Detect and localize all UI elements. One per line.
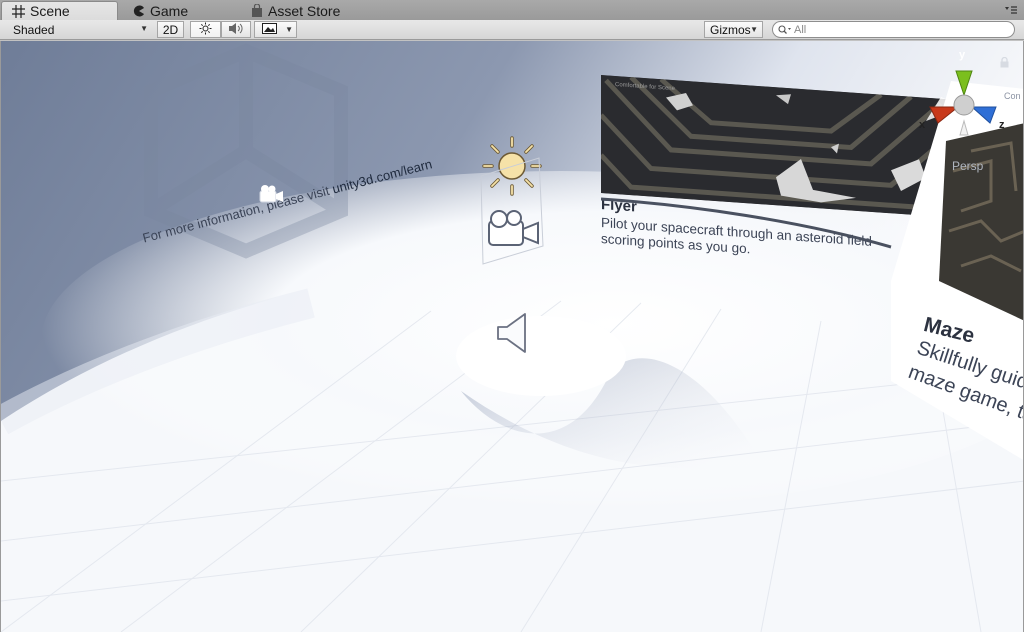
search-icon [778,24,792,35]
tab-bar: Scene Game Asset Store [0,0,1024,20]
gizmos-dropdown[interactable]: Gizmos ▼ [704,21,763,38]
scene-lighting-toggle[interactable] [190,21,221,38]
tab-asset-store[interactable]: Asset Store [240,1,370,20]
image-icon [262,22,277,37]
camera-icon [259,185,283,203]
tab-game-label: Game [150,2,189,19]
pacman-icon [132,4,145,17]
tab-scene[interactable]: Scene [1,1,118,20]
chevron-down-icon: ▼ [285,25,293,34]
audio-source-gizmo[interactable] [495,311,529,360]
shading-mode-dropdown[interactable]: Shaded ▼ [6,21,152,38]
sun-icon [199,22,212,38]
grid-icon [12,4,25,18]
main-camera-gizmo[interactable] [487,208,541,253]
projection-mode-label[interactable]: Persp [952,159,983,173]
gizmo-z-label: z [999,119,1005,131]
shading-mode-value: Shaded [13,22,55,37]
gizmos-label: Gizmos [710,22,751,37]
gizmo-y-label: y [959,49,966,61]
toggle-2d-button[interactable]: 2D [157,21,184,38]
chevron-down-icon: ▼ [140,24,148,33]
tab-game[interactable]: Game [122,1,232,20]
scene-audio-toggle[interactable] [221,21,251,38]
tab-asset-store-label: Asset Store [268,2,341,19]
flyer-card-edge [601,197,892,249]
tab-scene-label: Scene [30,3,70,19]
scene-toolbar: Shaded ▼ 2D ▼ Gizmos ▼ All [0,20,1024,40]
speaker-icon [228,22,244,38]
speaker-icon [497,313,526,353]
hierarchy-search-field[interactable]: All [772,21,1015,38]
camera-gizmo-small[interactable] [259,184,285,209]
shopping-bag-icon [250,4,263,17]
gizmo-x-label: x [919,119,926,131]
chevron-down-icon: ▼ [750,25,758,34]
scene-effects-dropdown[interactable]: ▼ [254,21,297,38]
lock-icon[interactable] [1000,55,1009,73]
tab-menu-icon[interactable] [1004,4,1018,16]
camera-icon [488,210,539,246]
scene-viewport[interactable]: For more information, please visit unity… [0,41,1024,632]
search-placeholder: All [794,23,807,36]
toggle-2d-label: 2D [162,22,179,37]
